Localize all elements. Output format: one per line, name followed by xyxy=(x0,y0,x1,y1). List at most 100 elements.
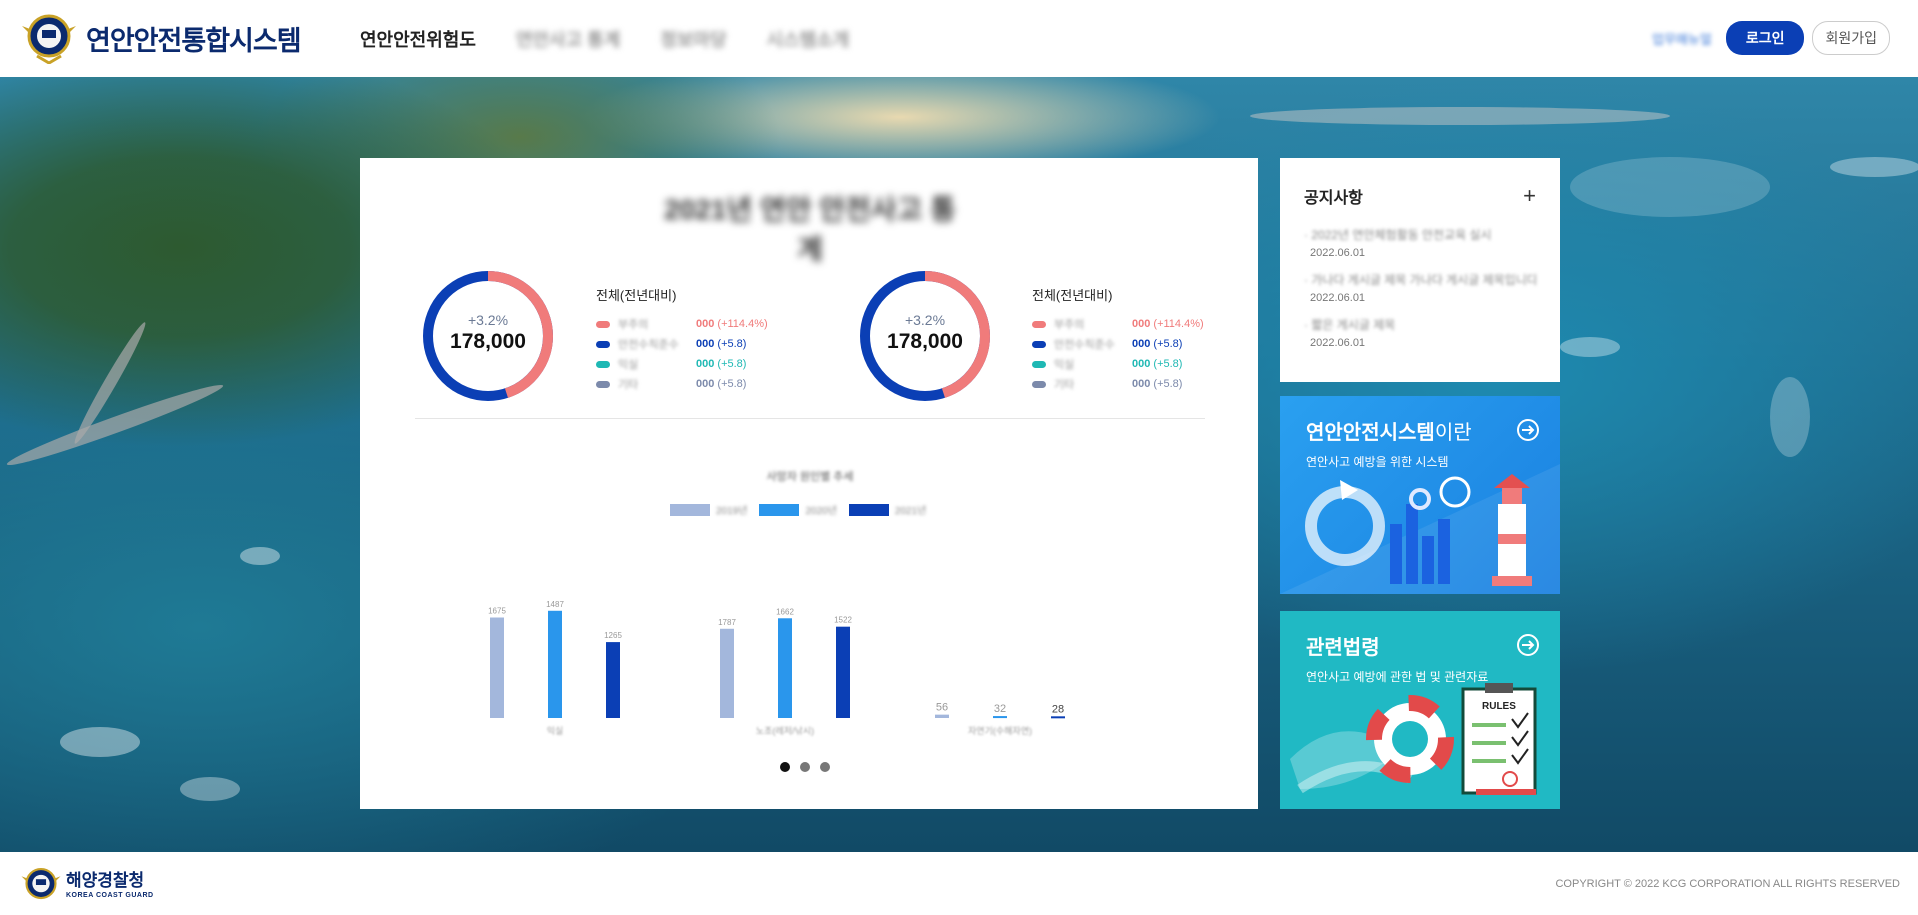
donut-2-value: 178,000 xyxy=(887,330,963,353)
bar-legend-label: 2020년 xyxy=(805,506,837,517)
rules-illustration-icon xyxy=(1290,683,1537,795)
bar xyxy=(1051,716,1065,719)
legend-label: 익실 xyxy=(618,359,639,371)
system-intro-banner[interactable]: 연안안전시스템이란 연안사고 예방을 위한 시스템 xyxy=(1280,396,1560,594)
notice-item-date: 2022.06.01 xyxy=(1310,292,1366,304)
notice-board: 공지사항 + · 2022년 연안체험활동 안전교육 실시 2022.06.01… xyxy=(1280,158,1560,382)
legend-2-row: 부주의 000 (+114.4%) xyxy=(1032,314,1204,334)
bar-legend-swatch xyxy=(759,503,800,516)
notice-item-text: · 짧은 게시글 제목 xyxy=(1304,318,1396,332)
donut-chart-2: +3.2% 178,000 xyxy=(859,270,991,402)
bar xyxy=(606,642,620,718)
notice-header: 공지사항 + xyxy=(1304,184,1536,208)
related-laws-banner[interactable]: 관련법령 연안사고 예방에 관한 법 및 관련자료 RULES xyxy=(1280,611,1560,809)
bar xyxy=(935,714,949,718)
bar xyxy=(993,716,1007,719)
legend-value: 000 xyxy=(1132,358,1151,370)
header-actions: 업무매뉴얼 로그인 회원가입 xyxy=(1652,21,1890,55)
legend-swatch xyxy=(1032,360,1046,368)
bar xyxy=(836,626,850,718)
legend-label: 기타 xyxy=(618,379,639,391)
donut-1-change: +3.2% xyxy=(467,312,509,328)
legend-swatch xyxy=(1032,340,1046,348)
arrow-circle-icon xyxy=(1517,634,1539,656)
bar-category-label: 익실 xyxy=(547,725,564,736)
notice-item[interactable]: · 2022년 연안체험활동 안전교육 실시 2022.06.01 xyxy=(1304,226,1536,259)
bar-data-label: 32 xyxy=(994,703,1006,715)
legend-swatch xyxy=(596,380,610,388)
nav-item-stats[interactable]: 연안사고 통계 xyxy=(516,26,620,52)
plus-icon[interactable]: + xyxy=(1523,185,1536,207)
legend-2-row: 안전수칙준수 000 (+5.8) xyxy=(1032,334,1204,354)
legend-change: (+5.8) xyxy=(1153,378,1183,390)
related-laws-title: 관련법령 xyxy=(1306,637,1380,659)
legend-change: (+5.8) xyxy=(717,358,747,370)
notice-item[interactable]: · 짧은 게시글 제목 2022.06.01 xyxy=(1304,316,1536,349)
legend-change: (+5.8) xyxy=(717,338,747,350)
legend-swatch xyxy=(1032,380,1046,388)
bar-data-label: 1787 xyxy=(718,618,736,627)
rules-label: RULES xyxy=(1482,701,1516,712)
bar-data-label: 1675 xyxy=(488,607,506,616)
login-button[interactable]: 로그인 xyxy=(1725,21,1805,55)
notice-item-date: 2022.06.01 xyxy=(1310,247,1366,259)
bar-chart-legend: 2019년 2020년 2021년 xyxy=(670,502,926,517)
bar xyxy=(490,617,504,718)
bar-legend-label: 2021년 xyxy=(894,506,927,517)
notice-item-text: · 가나다 게시글 제목 가나다 게시글 제목입니다 xyxy=(1304,273,1536,287)
legend-value: 000 xyxy=(696,378,715,390)
system-intro-title: 연안안전시스템이란 xyxy=(1306,422,1472,444)
carousel-dot-2[interactable] xyxy=(800,762,810,772)
notice-item-date: 2022.06.01 xyxy=(1310,337,1366,349)
system-illustration-icon xyxy=(1280,464,1560,594)
site-logo[interactable]: 연안안전통합시스템 xyxy=(20,12,302,64)
nav-item-risk[interactable]: 연안안전위험도 xyxy=(360,26,476,52)
legend-change: (+5.8) xyxy=(717,378,747,390)
legend-label: 익실 xyxy=(1054,359,1075,371)
legend-label: 기타 xyxy=(1054,379,1075,391)
bar xyxy=(720,628,734,718)
bar xyxy=(548,610,562,718)
donut-chart-1: +3.2% 178,000 xyxy=(422,270,554,402)
legend-swatch xyxy=(596,340,610,348)
join-button[interactable]: 회원가입 xyxy=(1812,21,1890,55)
bar-chart: 1675 1487 1265 익실 1787 1662 1522 노조(레저/낚시) 56 32 2… xyxy=(488,600,1065,736)
legend-value: 000 xyxy=(1132,378,1151,390)
legend-label: 부주의 xyxy=(1054,319,1085,331)
bar-legend-swatch xyxy=(670,503,710,516)
carousel-dot-1[interactable] xyxy=(780,762,790,772)
statistics-card-title: 2021년 연안 안전사고 통계 xyxy=(664,194,956,265)
coast-guard-emblem-icon xyxy=(22,14,76,64)
legend-change: (+114.4%) xyxy=(1153,318,1204,330)
legend-1-row: 부주의 000 (+114.4%) xyxy=(596,314,768,334)
legend-value: 000 xyxy=(1132,338,1151,350)
legend-label: 부주의 xyxy=(618,319,649,331)
notice-item[interactable]: · 가나다 게시글 제목 가나다 게시글 제목입니다 2022.06.01 xyxy=(1304,271,1536,304)
legend-change: (+5.8) xyxy=(1153,358,1183,370)
legend-value: 000 xyxy=(1132,318,1151,330)
legend-label: 안전수칙준수 xyxy=(618,339,679,351)
legend-label: 안전수칙준수 xyxy=(1054,339,1115,351)
bar-data-label: 56 xyxy=(936,702,948,714)
donut-2-change: +3.2% xyxy=(904,312,946,328)
footer-logo[interactable]: 해양경찰청 KOREA COAST GUARD xyxy=(20,866,154,904)
legend-value: 000 xyxy=(696,338,715,350)
carousel-dot-3[interactable] xyxy=(820,762,830,772)
legend-1-row: 기타 000 (+5.8) xyxy=(596,374,768,394)
legend-value: 000 xyxy=(696,318,715,330)
notice-title: 공지사항 xyxy=(1304,190,1363,207)
legend-2-title: 전체(전년대비) xyxy=(1032,288,1113,303)
bar-chart-title: 사망자 원인별 추세 xyxy=(766,471,854,483)
top-header: 연안안전통합시스템 연안안전위험도 연안사고 통계 정보마당 시스템소개 업무매… xyxy=(0,0,1918,77)
donut-legend-2: 전체(전년대비) 부주의 000 (+114.4%) 안전수칙준수 000 (+… xyxy=(1032,285,1204,394)
nav-item-info[interactable]: 정보마당 xyxy=(660,26,726,52)
legend-2-row: 기타 000 (+5.8) xyxy=(1032,374,1204,394)
coast-guard-emblem-icon xyxy=(21,867,61,900)
bar-data-label: 1487 xyxy=(546,600,564,609)
footer-org-eng: KOREA COAST GUARD xyxy=(66,891,154,899)
manual-link[interactable]: 업무매뉴얼 xyxy=(1652,29,1712,48)
nav-item-about[interactable]: 시스템소개 xyxy=(767,26,850,52)
bar-legend-swatch xyxy=(848,503,889,516)
arrow-circle-icon xyxy=(1517,419,1539,441)
bar-legend-item: 2020년 xyxy=(759,502,837,517)
